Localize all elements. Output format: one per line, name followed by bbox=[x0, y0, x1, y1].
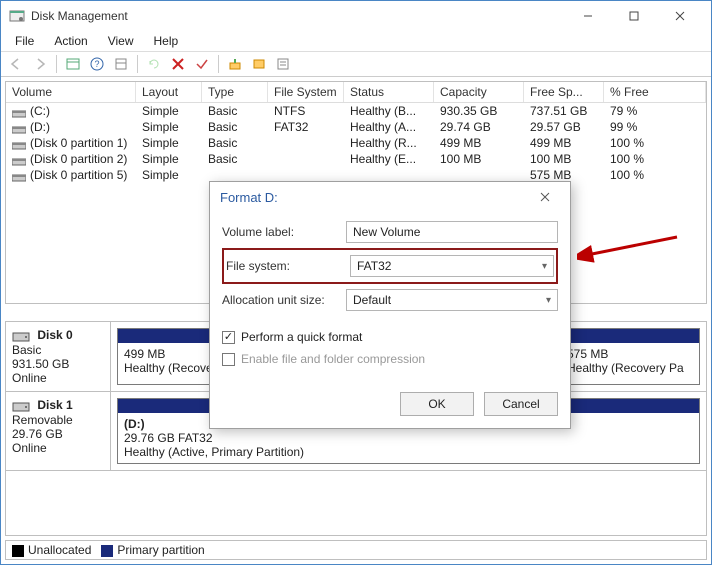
allocation-dropdown[interactable]: Default ▾ bbox=[346, 289, 558, 311]
volume-label-row: Volume label: New Volume bbox=[222, 218, 558, 246]
filesystem-dropdown[interactable]: FAT32 ▾ bbox=[350, 255, 554, 277]
allocation-row: Allocation unit size: Default ▾ bbox=[222, 286, 558, 314]
compression-label: Enable file and folder compression bbox=[241, 352, 425, 366]
dialog-buttons: OK Cancel bbox=[210, 382, 570, 428]
volume-label-lbl: Volume label: bbox=[222, 225, 338, 239]
quick-format-label: Perform a quick format bbox=[241, 330, 362, 344]
chevron-down-icon: ▾ bbox=[546, 295, 551, 306]
format-dialog: Format D: Volume label: New Volume File … bbox=[209, 181, 571, 429]
compression-checkbox: Enable file and folder compression bbox=[222, 348, 558, 370]
volume-label-input[interactable]: New Volume bbox=[346, 221, 558, 243]
checkbox-icon bbox=[222, 353, 235, 366]
allocation-lbl: Allocation unit size: bbox=[222, 293, 338, 307]
annotation-arrow bbox=[577, 231, 687, 271]
dialog-close-button[interactable] bbox=[530, 182, 560, 212]
dialog-titlebar: Format D: bbox=[210, 182, 570, 212]
filesystem-highlight: File system: FAT32 ▾ bbox=[222, 248, 558, 284]
quick-format-checkbox[interactable]: Perform a quick format bbox=[222, 326, 558, 348]
filesystem-row: File system: FAT32 ▾ bbox=[226, 252, 554, 280]
checkbox-icon bbox=[222, 331, 235, 344]
modal-overlay: Format D: Volume label: New Volume File … bbox=[1, 1, 711, 564]
cancel-button[interactable]: Cancel bbox=[484, 392, 558, 416]
filesystem-lbl: File system: bbox=[226, 259, 342, 273]
ok-button[interactable]: OK bbox=[400, 392, 474, 416]
chevron-down-icon: ▾ bbox=[542, 261, 547, 272]
dialog-title: Format D: bbox=[220, 190, 278, 205]
